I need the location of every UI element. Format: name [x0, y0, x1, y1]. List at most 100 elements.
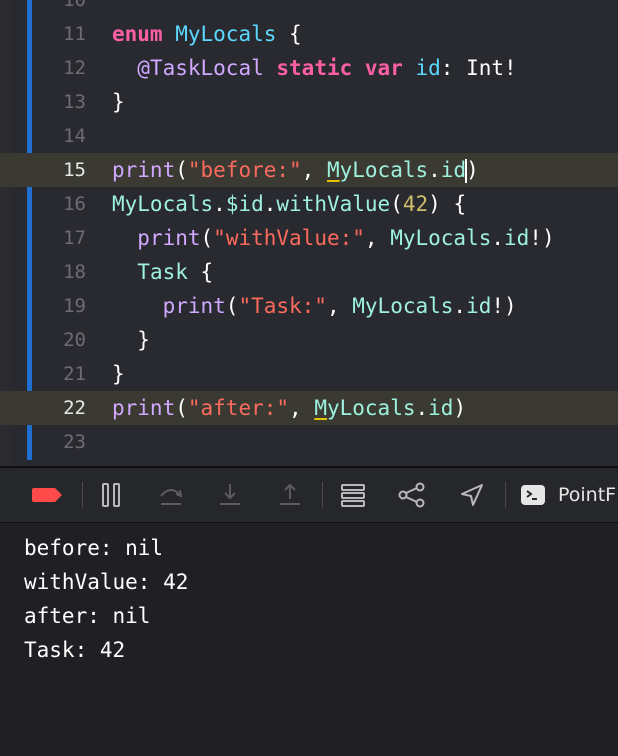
punct-token: (	[200, 226, 214, 250]
code-line-10[interactable]: 10	[0, 0, 618, 17]
line-number[interactable]: 12	[32, 51, 86, 85]
punct-token: {	[440, 192, 467, 216]
code-line-19[interactable]: 19 print("Task:", MyLocals.id!)	[0, 289, 618, 323]
punct-token: .	[213, 192, 226, 216]
punct-token: ,	[326, 294, 353, 318]
line-number[interactable]: 22	[32, 391, 86, 425]
line-number[interactable]: 10	[32, 0, 86, 17]
step-into-icon[interactable]	[212, 468, 248, 522]
memory-graph-icon[interactable]	[394, 468, 430, 522]
line-number[interactable]: 11	[32, 17, 86, 51]
console-output[interactable]: before: nil withValue: 42 after: nil Tas…	[0, 523, 618, 756]
step-out-icon[interactable]	[272, 468, 308, 522]
code-line-11[interactable]: 11 enum MyLocals {	[0, 17, 618, 51]
warning-token: M	[314, 396, 327, 420]
type-token: MyLocals	[175, 22, 277, 46]
code-line-18[interactable]: 18 Task {	[0, 255, 618, 289]
line-code: enum MyLocals {	[112, 17, 302, 51]
run-destination-selector[interactable]: PointF	[520, 468, 618, 522]
punct-token: :	[440, 56, 454, 80]
line-code: }	[112, 323, 150, 357]
line-number[interactable]: 20	[32, 323, 86, 357]
code-line-21[interactable]: 21 }	[0, 357, 618, 391]
identifier-token: id	[466, 294, 492, 318]
debug-toolbar: PointF	[0, 468, 618, 523]
code-line-13[interactable]: 13 }	[0, 85, 618, 119]
line-number[interactable]: 15	[32, 153, 86, 187]
line-code: }	[112, 85, 125, 119]
string-token: "after:"	[187, 396, 290, 420]
punct-token: )	[428, 192, 441, 216]
line-number[interactable]: 21	[32, 357, 86, 391]
warning-token: M	[326, 158, 340, 182]
identifier-token: id	[415, 56, 441, 80]
toolbar-separator	[82, 482, 83, 508]
breakpoints-toggle-icon[interactable]	[28, 468, 68, 522]
punct-token: !	[529, 226, 542, 250]
line-number[interactable]: 13	[32, 85, 86, 119]
punct-token: ,	[364, 226, 391, 250]
step-over-icon[interactable]	[153, 468, 189, 522]
keyword-token: enum	[112, 22, 163, 46]
identifier-token: $id	[225, 192, 264, 216]
line-number[interactable]: 16	[32, 187, 86, 221]
string-token: "Task:"	[238, 294, 327, 318]
code-line-17[interactable]: 17 print("withValue:", MyLocals.id!)	[0, 221, 618, 255]
string-token: "before:"	[187, 158, 302, 182]
view-hierarchy-icon[interactable]	[336, 468, 370, 522]
function-token: print	[112, 158, 176, 182]
code-line-16[interactable]: 16 MyLocals.$id.withValue(42) {	[0, 187, 618, 221]
punct-token: (	[225, 294, 239, 318]
line-number[interactable]: 17	[32, 221, 86, 255]
type-token: MyLocals	[390, 226, 492, 250]
punct-token: (	[175, 158, 188, 182]
punct-token: .	[428, 158, 441, 182]
line-code: }	[112, 357, 125, 391]
punct-token: }	[112, 362, 125, 386]
punct-token: .	[263, 192, 277, 216]
code-line-20[interactable]: 20 }	[0, 323, 618, 357]
identifier-token: id	[440, 158, 467, 182]
line-code: Task {	[112, 255, 213, 289]
attribute-token: @TaskLocal	[137, 56, 264, 80]
toolbar-separator	[322, 482, 323, 508]
console-line: Task: 42	[24, 638, 126, 662]
number-token: 42	[402, 192, 429, 216]
keyword-token: var	[364, 56, 403, 80]
keyword-token: static	[276, 56, 353, 80]
line-number[interactable]: 18	[32, 255, 86, 289]
punct-token: ,	[289, 396, 315, 420]
line-number[interactable]: 14	[32, 119, 86, 153]
code-line-22-highlighted[interactable]: 22 print("after:", MyLocals.id)	[0, 391, 618, 425]
punct-token: }	[137, 328, 150, 352]
line-number[interactable]: 19	[32, 289, 86, 323]
code-line-14[interactable]: 14	[0, 119, 618, 153]
line-number[interactable]: 23	[32, 425, 86, 459]
punct-token: {	[276, 22, 302, 46]
console-line: withValue: 42	[24, 570, 189, 594]
code-editor[interactable]: 10 11 enum MyLocals { 12 @TaskLocal stat…	[0, 0, 618, 466]
type-token: MyLocals	[352, 294, 454, 318]
function-token: print	[137, 226, 201, 250]
run-destination-label: PointF	[558, 484, 617, 506]
punct-token: )	[504, 294, 517, 318]
punct-token: (	[175, 396, 188, 420]
string-token: "withValue:"	[213, 226, 365, 250]
punct-token: !	[491, 294, 505, 318]
type-token: MyLocals	[112, 192, 214, 216]
pause-icon[interactable]	[95, 468, 127, 522]
code-line-23[interactable]: 23	[0, 425, 618, 459]
line-code: print("Task:", MyLocals.id!)	[112, 289, 517, 323]
code-line-12[interactable]: 12 @TaskLocal static var id: Int!	[0, 51, 618, 85]
method-token: withValue	[276, 192, 391, 216]
type-token: Task	[137, 260, 188, 284]
location-arrow-icon[interactable]	[454, 468, 490, 522]
identifier-token: id	[428, 396, 454, 420]
code-line-15-highlighted[interactable]: 15 print("before:", MyLocals.id)	[0, 153, 618, 187]
punct-token: .	[415, 396, 429, 420]
line-code: @TaskLocal static var id: Int!	[112, 51, 516, 85]
punct-token: }	[112, 90, 125, 114]
line-code: print("before:", MyLocals.id)	[112, 153, 479, 187]
punct-token: .	[453, 294, 467, 318]
type-token: yLocals	[326, 396, 416, 420]
